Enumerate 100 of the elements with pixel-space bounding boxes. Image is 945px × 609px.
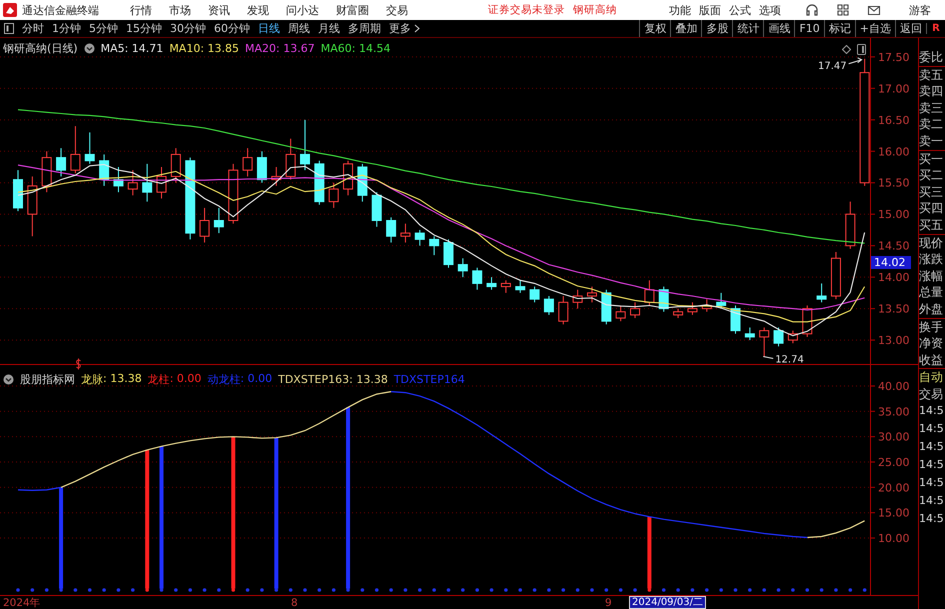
quote-field-label: 现价 [919, 234, 944, 252]
candlestick [156, 166, 166, 199]
tool-menu-item[interactable]: 功能 [669, 2, 691, 18]
window-toggle-icon[interactable] [857, 44, 866, 55]
period-tab[interactable]: 分时 [18, 21, 48, 36]
indicator-value: : 13.67 [276, 42, 315, 55]
candlestick [386, 216, 396, 244]
period-tab[interactable]: 5分钟 [85, 21, 122, 36]
candlestick [343, 160, 354, 196]
indicator-value: : 13.85 [200, 42, 240, 55]
more-menu[interactable]: 更多 [385, 21, 424, 36]
indicator-name: 龙柱 [148, 372, 170, 387]
candlestick [458, 258, 468, 278]
candlestick [530, 286, 540, 303]
logo-icon [3, 3, 17, 17]
user-label[interactable]: 游客 [909, 2, 931, 18]
candlestick [716, 292, 726, 310]
date-axis-label: 9 [605, 596, 613, 608]
candlestick [414, 229, 425, 246]
candlestick [99, 154, 110, 186]
current-price-tag: 14.02 [871, 256, 911, 269]
candlestick [658, 286, 669, 312]
menu-item[interactable]: 问小达 [286, 2, 319, 18]
candlestick [673, 308, 684, 319]
notice-link[interactable]: 证券交易未登录 [488, 3, 565, 17]
candlestick [845, 201, 856, 250]
price-annotation: 12.74 [762, 354, 804, 364]
candlestick [214, 207, 224, 234]
candlestick [400, 223, 410, 244]
annotation: 17.47 [818, 60, 847, 72]
auto-label[interactable]: 自动 [919, 369, 945, 386]
axis-tick-label: 10.00 [878, 532, 910, 546]
candlestick [601, 289, 612, 325]
candlestick [572, 289, 583, 310]
candlestick [687, 302, 698, 316]
mail-icon[interactable] [867, 3, 881, 17]
candlestick [816, 282, 827, 303]
indicator-value: : 0.00 [240, 372, 272, 387]
marker-icon [75, 358, 82, 370]
panel-toggle-icon[interactable] [4, 23, 14, 34]
trade-time: 14:5 [919, 493, 945, 510]
period-tab[interactable]: 1分钟 [48, 21, 85, 36]
candlestick [730, 304, 740, 334]
menu-item[interactable]: 市场 [169, 2, 191, 18]
tool-menu-item[interactable]: 版面 [699, 2, 721, 18]
axis-tick-label: 15.00 [878, 506, 910, 520]
dropdown-circle-icon[interactable] [3, 374, 14, 385]
candlestick [702, 298, 712, 312]
menu-item[interactable]: 发现 [247, 2, 269, 18]
trade-time: 14:5 [919, 511, 945, 528]
period-tab[interactable]: 60分钟 [210, 21, 254, 36]
quote-field-label: 买三 [919, 184, 944, 200]
dropdown-circle-icon[interactable] [84, 43, 95, 54]
axis-tick-label: 15.50 [878, 176, 910, 190]
quote-field-label: 换手 [919, 318, 944, 336]
candlestick [472, 267, 482, 290]
app-title: 通达信金融终端 [22, 2, 100, 18]
menu-item[interactable]: 资讯 [208, 2, 230, 18]
axis-tick-label: 30.00 [878, 430, 910, 444]
indicator-value: : 13.38 [349, 373, 388, 386]
grid-icon[interactable] [836, 3, 850, 17]
candlestick [774, 327, 784, 347]
candlestick [486, 276, 497, 290]
cursor-date-label: 2024/09/03/二 [629, 596, 706, 609]
indicator-title: 股朋指标网 [20, 372, 75, 387]
notice-link[interactable]: 钢研高纳 [573, 3, 617, 17]
candlestick [27, 176, 38, 237]
candlestick [142, 163, 152, 202]
quote-field-label: 总量 [919, 284, 944, 301]
candlestick [200, 207, 210, 244]
trade-label[interactable]: 交易 [919, 386, 945, 402]
candlestick [630, 302, 640, 319]
period-tab[interactable]: 周线 [284, 21, 314, 36]
menu-item[interactable]: 交易 [386, 2, 408, 18]
period-tab[interactable]: 30分钟 [166, 21, 210, 36]
axis-tick-label: 17.50 [878, 50, 910, 64]
headset-icon[interactable] [805, 3, 819, 17]
menu-item[interactable]: 行情 [130, 2, 152, 18]
trade-time: 14:5 [919, 475, 945, 492]
diamond-icon[interactable] [842, 45, 851, 54]
menu-item[interactable]: 财富圈 [336, 2, 369, 18]
indicator-name: MA20 [245, 42, 276, 55]
period-tab[interactable]: 15分钟 [122, 21, 166, 36]
candlestick [500, 280, 511, 294]
candlestick [372, 192, 382, 228]
indicator-value: : 14.54 [352, 42, 390, 55]
tool-menu-item[interactable]: 公式 [729, 2, 751, 18]
tool-menu-item[interactable]: 选项 [759, 2, 781, 18]
candlestick [616, 304, 626, 322]
chart-title: 钢研高纳(日线) [3, 41, 78, 56]
candlestick [744, 327, 755, 341]
quote-field-label: 买四 [919, 200, 944, 217]
period-tab[interactable]: 月线 [314, 21, 344, 36]
candlestick [644, 280, 654, 306]
axis-tick-label: 25.00 [878, 456, 910, 470]
corner-label: R [926, 23, 945, 34]
period-tab[interactable]: 日线 [254, 21, 284, 36]
candlestick [42, 150, 52, 193]
period-tab[interactable]: 多周期 [344, 21, 385, 36]
quote-field-label: 外盘 [919, 300, 944, 318]
